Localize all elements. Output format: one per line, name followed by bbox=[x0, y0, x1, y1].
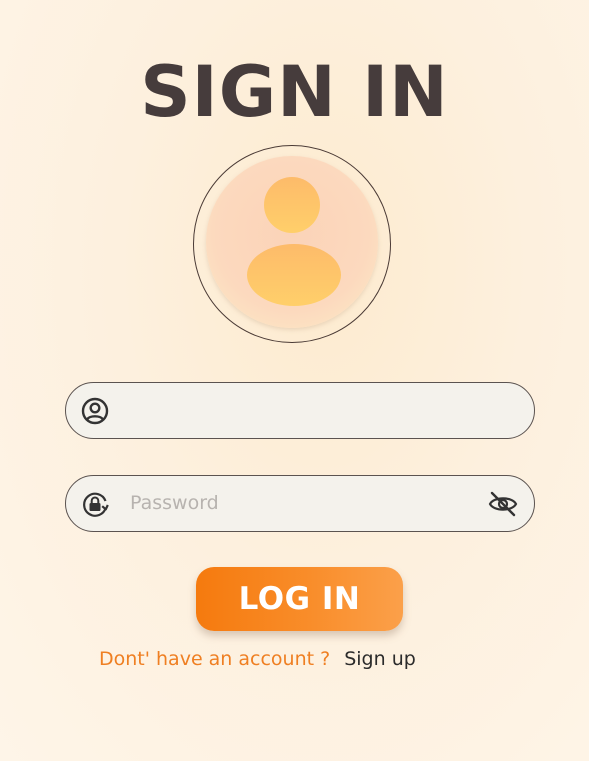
signup-link[interactable]: Sign up bbox=[344, 648, 416, 670]
avatar-background bbox=[206, 156, 378, 328]
avatar-body-shape bbox=[247, 244, 341, 306]
user-circle-icon bbox=[81, 397, 109, 425]
password-field[interactable] bbox=[65, 475, 535, 532]
avatar-head-shape bbox=[264, 177, 320, 233]
password-input[interactable] bbox=[130, 484, 460, 522]
lock-refresh-icon bbox=[83, 492, 109, 517]
signup-question: Dont' have an account ? bbox=[99, 648, 331, 670]
username-input[interactable] bbox=[130, 391, 460, 429]
eye-off-icon[interactable] bbox=[488, 490, 518, 518]
login-button[interactable]: LOG IN bbox=[196, 567, 403, 631]
page-title: SIGN IN bbox=[140, 51, 449, 133]
avatar bbox=[193, 145, 391, 343]
signup-prompt: Dont' have an account ? Sign up bbox=[99, 648, 416, 670]
username-field[interactable] bbox=[65, 382, 535, 439]
